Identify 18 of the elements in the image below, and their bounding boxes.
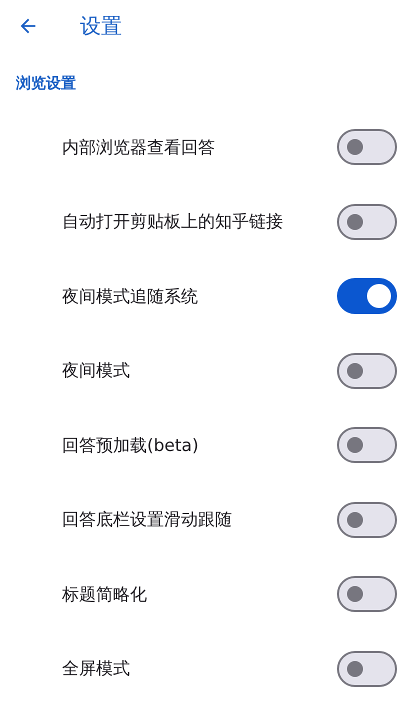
setting-label: 夜间模式追随系统 [62, 286, 198, 308]
setting-label: 全屏模式 [62, 658, 130, 680]
toggle-switch[interactable] [337, 278, 397, 314]
section-title: 浏览设置 [15, 73, 77, 90]
setting-label: 自动打开剪贴板上的知乎链接 [62, 211, 283, 234]
setting-label: 回答底栏设置滑动跟随 [62, 509, 232, 532]
toggle-switch[interactable] [337, 576, 397, 612]
toggle-switch[interactable] [337, 352, 397, 389]
toggle-switch[interactable] [337, 502, 397, 538]
toggle-switch[interactable] [337, 650, 397, 687]
setting-label: 夜间模式 [62, 360, 130, 382]
setting-label: 回答预加载(beta) [62, 434, 199, 457]
setting-label: 标题简略化 [62, 584, 147, 606]
setting-label: 内部浏览器查看回答 [62, 136, 215, 159]
toggle-switch[interactable] [337, 129, 397, 166]
page-title: 设置 [80, 13, 122, 40]
toggle-switch[interactable] [337, 427, 397, 464]
toggle-switch[interactable] [337, 204, 397, 240]
